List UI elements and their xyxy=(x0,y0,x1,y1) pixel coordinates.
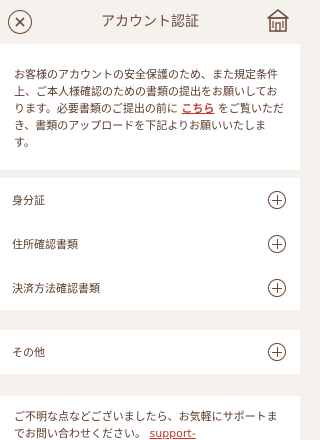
document-row-label: その他 xyxy=(12,346,45,359)
home-button[interactable] xyxy=(266,8,290,34)
home-icon xyxy=(267,9,289,32)
document-row-address[interactable]: 住所確認書類 xyxy=(0,222,300,266)
document-row-label: 身分証 xyxy=(12,194,45,207)
document-row-payment[interactable]: 決済方法確認書類 xyxy=(0,266,300,310)
add-icon[interactable] xyxy=(268,235,286,253)
support-text-body: ご不明な点などございましたら、お気軽にサポートまでお問い合わせください。 xyxy=(14,410,278,440)
document-row-label: 決済方法確認書類 xyxy=(12,282,100,295)
add-icon[interactable] xyxy=(268,191,286,209)
support-link[interactable]: support- xyxy=(150,427,196,440)
header: アカウント認証 xyxy=(0,0,300,44)
document-row-id[interactable]: 身分証 xyxy=(0,178,300,222)
intro-link[interactable]: こちら xyxy=(181,102,214,115)
document-row-other[interactable]: その他 xyxy=(0,330,300,374)
page-title: アカウント認証 xyxy=(101,14,199,30)
document-row-label: 住所確認書類 xyxy=(12,238,78,251)
support-text: ご不明な点などございましたら、お気軽にサポートまでお問い合わせください。 sup… xyxy=(0,396,300,440)
add-icon[interactable] xyxy=(268,343,286,361)
intro-text: お客様のアカウントの安全保護のため、また規定条件上、ご本人様確認のための書類の提… xyxy=(0,44,300,170)
add-icon[interactable] xyxy=(268,279,286,297)
